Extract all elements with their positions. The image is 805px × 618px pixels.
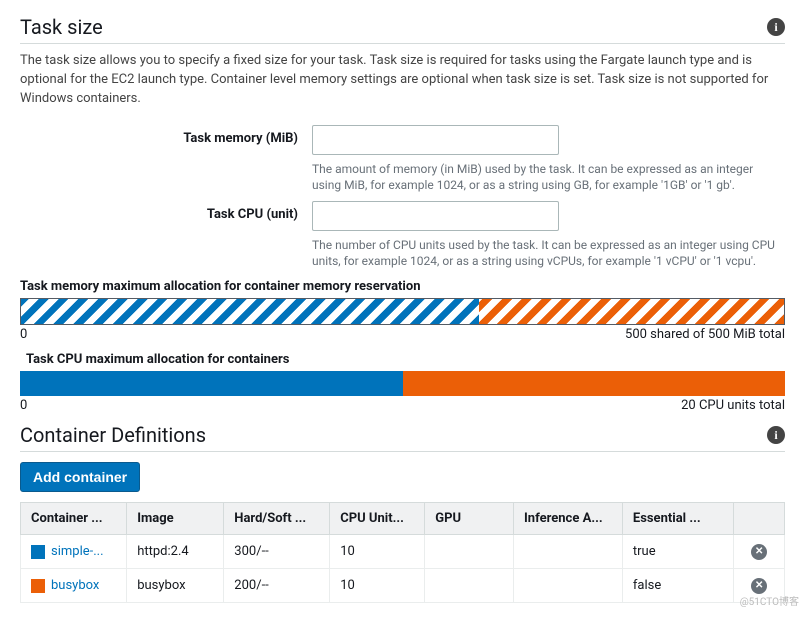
cpu-bar-heading: Task CPU maximum allocation for containe… xyxy=(26,352,785,367)
help-icon[interactable]: i xyxy=(767,18,785,36)
remove-icon[interactable]: ✕ xyxy=(751,578,767,594)
th-container-name[interactable]: Container ... xyxy=(21,503,127,535)
cell-cpu: 10 xyxy=(330,569,425,603)
task-size-heading: Task size i xyxy=(20,15,785,44)
cell-gpu xyxy=(425,535,514,569)
cpu-bar-left: 0 xyxy=(20,398,27,413)
container-table: Container ... Image Hard/Soft ... CPU Un… xyxy=(20,502,785,603)
remove-icon[interactable]: ✕ xyxy=(751,544,767,560)
container-defs-heading: Container Definitions i xyxy=(20,423,785,452)
help-icon[interactable]: i xyxy=(767,426,785,444)
th-essential[interactable]: Essential ... xyxy=(622,503,734,535)
task-memory-label: Task memory (MiB) xyxy=(20,125,312,146)
memory-bar-captions: 0 500 shared of 500 MiB total xyxy=(20,327,785,342)
color-swatch xyxy=(31,579,45,593)
task-size-description: The task size allows you to specify a fi… xyxy=(20,52,785,109)
memory-allocation-bar xyxy=(20,298,785,325)
task-size-title: Task size xyxy=(20,15,103,39)
task-cpu-help: The number of CPU units used by the task… xyxy=(312,237,785,269)
container-name-link[interactable]: busybox xyxy=(51,578,99,593)
task-memory-help: The amount of memory (in MiB) used by th… xyxy=(312,161,785,193)
cell-image: busybox xyxy=(127,569,224,603)
cell-essential: true xyxy=(622,535,734,569)
task-cpu-label: Task CPU (unit) xyxy=(20,201,312,222)
table-row: busyboxbusybox200/--10false✕ xyxy=(21,569,785,603)
cell-gpu xyxy=(425,569,514,603)
task-memory-row: Task memory (MiB) The amount of memory (… xyxy=(20,125,785,193)
cpu-bar-captions: 0 20 CPU units total xyxy=(20,398,785,413)
memory-bar-right: 500 shared of 500 MiB total xyxy=(625,327,785,342)
task-memory-input[interactable] xyxy=(312,125,559,155)
watermark: @51CTO博客 xyxy=(740,593,799,608)
cpu-bar-right: 20 CPU units total xyxy=(681,398,785,413)
cell-image: httpd:2.4 xyxy=(127,535,224,569)
th-gpu[interactable]: GPU xyxy=(425,503,514,535)
task-cpu-row: Task CPU (unit) The number of CPU units … xyxy=(20,201,785,269)
table-header-row: Container ... Image Hard/Soft ... CPU Un… xyxy=(21,503,785,535)
th-actions xyxy=(734,503,785,535)
th-limits[interactable]: Hard/Soft ... xyxy=(224,503,330,535)
container-name-link[interactable]: simple-... xyxy=(51,544,104,559)
th-inference[interactable]: Inference A... xyxy=(514,503,623,535)
cell-cpu: 10 xyxy=(330,535,425,569)
memory-bar-heading: Task memory maximum allocation for conta… xyxy=(20,279,785,294)
cell-inference xyxy=(514,535,623,569)
task-cpu-input[interactable] xyxy=(312,201,559,231)
cell-limits: 300/-- xyxy=(224,535,330,569)
table-row: simple-... httpd:2.4300/--10 true ✕ xyxy=(21,535,785,569)
color-swatch xyxy=(31,545,45,559)
cpu-allocation-bar xyxy=(20,371,785,396)
th-cpu[interactable]: CPU Unit... xyxy=(330,503,425,535)
memory-bar-left: 0 xyxy=(20,327,27,342)
add-container-button[interactable]: Add container xyxy=(20,462,140,492)
cell-inference xyxy=(514,569,623,603)
cell-essential: false xyxy=(622,569,734,603)
container-defs-title: Container Definitions xyxy=(20,423,206,447)
th-image[interactable]: Image xyxy=(127,503,224,535)
cell-limits: 200/-- xyxy=(224,569,330,603)
